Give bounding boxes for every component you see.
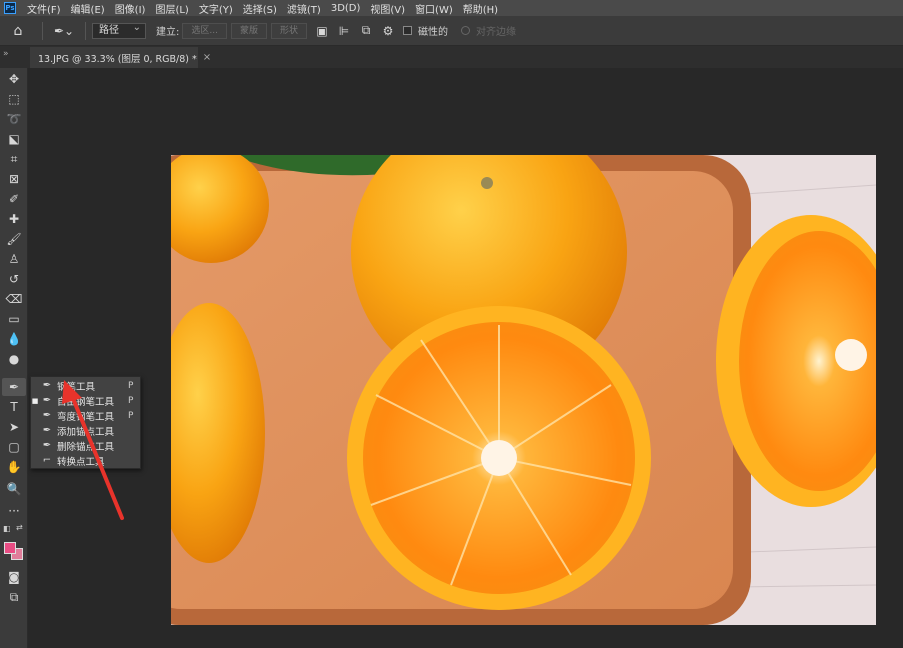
annotation-arrow-overlay [62, 380, 124, 520]
annotation-arrow-icon [62, 380, 124, 520]
